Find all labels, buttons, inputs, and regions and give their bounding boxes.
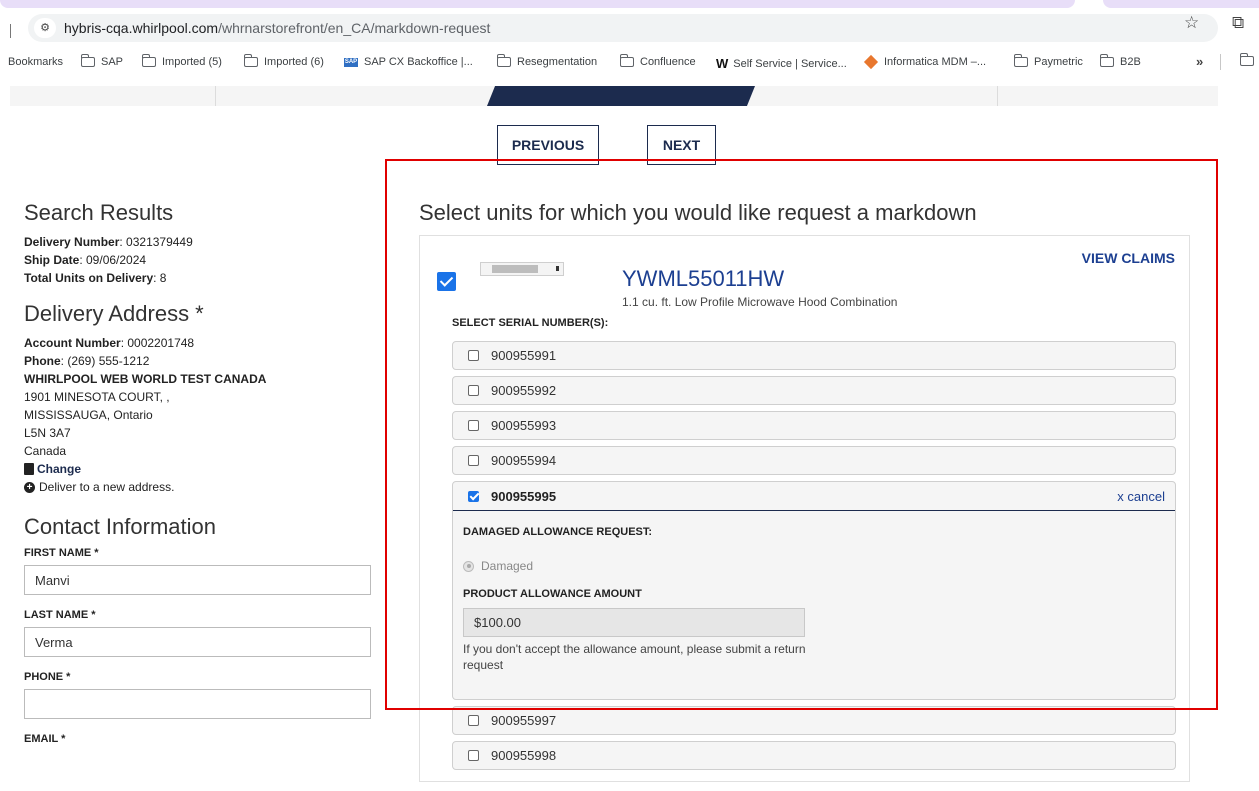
- browser-tab[interactable]: [1103, 0, 1259, 8]
- bookmark-item[interactable]: Imported (5): [142, 54, 222, 68]
- allowance-note: If you don't accept the allowance amount…: [463, 642, 806, 672]
- bookmark-item[interactable]: Confluence: [620, 54, 696, 68]
- delivery-address-title: Delivery Address *: [24, 301, 204, 326]
- informatica-icon: [863, 54, 879, 70]
- contact-information-title: Contact Information: [24, 514, 216, 539]
- product-thumbnail: [476, 246, 572, 278]
- folder-icon: [1014, 54, 1028, 67]
- address-book-icon: [24, 463, 34, 475]
- next-button[interactable]: NEXT: [647, 125, 716, 165]
- serial-row[interactable]: 900955991: [452, 341, 1176, 370]
- product-card: YWML55011HW 1.1 cu. ft. Low Profile Micr…: [419, 235, 1190, 782]
- first-name-label: FIRST NAME *: [24, 547, 99, 559]
- browser-tab[interactable]: [0, 0, 1075, 8]
- serial-checkbox[interactable]: [468, 750, 479, 761]
- bookmark-star-icon[interactable]: ☆: [1184, 13, 1199, 33]
- bookmark-item[interactable]: [1240, 53, 1259, 66]
- address-city: MISSISSAUGA, Ontario: [24, 408, 153, 422]
- address-postal: L5N 3A7: [24, 426, 71, 440]
- email-label: EMAIL *: [24, 733, 66, 745]
- last-name-input[interactable]: [24, 627, 371, 657]
- markdown-heading: Select units for which you would like re…: [419, 200, 977, 225]
- plus-circle-icon: +: [24, 481, 35, 493]
- bookmark-item[interactable]: SAP: [81, 54, 123, 68]
- selected-serial-row[interactable]: 900955995 x cancel: [453, 482, 1175, 511]
- address-phone: Phone: (269) 555-1212: [24, 354, 150, 368]
- url-omnibox[interactable]: ⚙ hybris-cqa.whirlpool.com/whrnarstorefr…: [28, 14, 1218, 42]
- phone-label: PHONE *: [24, 671, 71, 683]
- folder-icon: [1100, 54, 1114, 67]
- serial-checkbox[interactable]: [468, 350, 479, 361]
- delivery-number: Delivery Number: 0321379449: [24, 235, 193, 249]
- damaged-allowance-label: DAMAGED ALLOWANCE REQUEST:: [463, 526, 653, 538]
- folder-icon: [1240, 53, 1254, 66]
- allowance-amount-label: PRODUCT ALLOWANCE AMOUNT: [463, 588, 642, 600]
- bookmark-item[interactable]: Paymetric: [1014, 54, 1083, 68]
- selected-serial-panel: 900955995 x cancel DAMAGED ALLOWANCE REQ…: [452, 481, 1176, 700]
- bookmark-item[interactable]: Informatica MDM –...: [863, 54, 986, 70]
- product-description: 1.1 cu. ft. Low Profile Microwave Hood C…: [622, 295, 898, 309]
- bookmarks-divider: [1220, 54, 1221, 70]
- radio-icon[interactable]: [463, 560, 474, 572]
- account-number: Account Number: 0002201748: [24, 336, 195, 350]
- url-text[interactable]: hybris-cqa.whirlpool.com/whrnarstorefron…: [64, 20, 490, 36]
- allowance-amount-field: $100.00: [463, 608, 805, 637]
- header-divider: [997, 86, 998, 106]
- site-info-icon[interactable]: ⚙: [34, 18, 56, 38]
- bookmarks-bar: Bookmarks SAP Imported (5) Imported (6) …: [0, 46, 1259, 80]
- address-country: Canada: [24, 444, 67, 458]
- extensions-icon[interactable]: ⧉: [1232, 13, 1244, 33]
- w-icon: W: [716, 56, 729, 71]
- cancel-link[interactable]: x cancel: [1117, 489, 1165, 504]
- new-address-link[interactable]: + Deliver to a new address.: [24, 478, 374, 496]
- select-serial-label: SELECT SERIAL NUMBER(S):: [452, 317, 609, 329]
- site-header-band: [10, 86, 1218, 106]
- bookmark-item[interactable]: Resegmentation: [497, 54, 597, 68]
- view-claims-link[interactable]: VIEW CLAIMS: [1082, 250, 1175, 266]
- serial-checkbox[interactable]: [468, 455, 479, 466]
- total-units: Total Units on Delivery: 8: [24, 271, 167, 285]
- toolbar-divider: [10, 24, 11, 38]
- previous-button[interactable]: PREVIOUS: [497, 125, 599, 165]
- sap-icon: SAP: [344, 57, 358, 67]
- serial-row[interactable]: 900955998: [452, 741, 1176, 770]
- address-street: 1901 MINESOTA COURT, ,: [24, 390, 170, 404]
- bookmark-item[interactable]: B2B: [1100, 54, 1141, 68]
- serial-row[interactable]: 900955992: [452, 376, 1176, 405]
- product-checkbox[interactable]: [437, 272, 456, 291]
- folder-icon: [142, 54, 156, 67]
- search-results-title: Search Results: [24, 200, 174, 225]
- folder-icon: [81, 54, 95, 67]
- bookmark-item[interactable]: Bookmarks: [8, 56, 63, 68]
- bookmark-item[interactable]: SAP SAP CX Backoffice |...: [344, 56, 473, 68]
- product-model: YWML55011HW: [622, 266, 785, 291]
- serial-row[interactable]: 900955993: [452, 411, 1176, 440]
- folder-icon: [620, 54, 634, 67]
- left-column: Search Results Delivery Number: 03213794…: [24, 200, 374, 751]
- first-name-input[interactable]: [24, 565, 371, 595]
- last-name-label: LAST NAME *: [24, 609, 96, 621]
- phone-input[interactable]: [24, 689, 371, 719]
- browser-tab-strip: [0, 0, 1259, 10]
- serial-checkbox[interactable]: [468, 420, 479, 431]
- folder-icon: [497, 54, 511, 67]
- header-accent: [487, 86, 755, 106]
- serial-checkbox-checked[interactable]: [468, 490, 479, 502]
- ship-date: Ship Date: 09/06/2024: [24, 253, 147, 267]
- change-address-link[interactable]: Change: [24, 460, 374, 478]
- serial-row[interactable]: 900955997: [452, 706, 1176, 735]
- serial-checkbox[interactable]: [468, 385, 479, 396]
- damaged-radio[interactable]: Damaged: [463, 559, 533, 573]
- bookmarks-more-button[interactable]: »: [1196, 54, 1203, 69]
- bookmark-item[interactable]: Imported (6): [244, 54, 324, 68]
- browser-address-bar: ⚙ hybris-cqa.whirlpool.com/whrnarstorefr…: [0, 10, 1259, 46]
- header-divider: [215, 86, 216, 106]
- serial-row[interactable]: 900955994: [452, 446, 1176, 475]
- bookmark-item[interactable]: W Self Service | Service...: [716, 56, 847, 71]
- serial-checkbox[interactable]: [468, 715, 479, 726]
- company-name: WHIRLPOOL WEB WORLD TEST CANADA: [24, 372, 267, 386]
- folder-icon: [244, 54, 258, 67]
